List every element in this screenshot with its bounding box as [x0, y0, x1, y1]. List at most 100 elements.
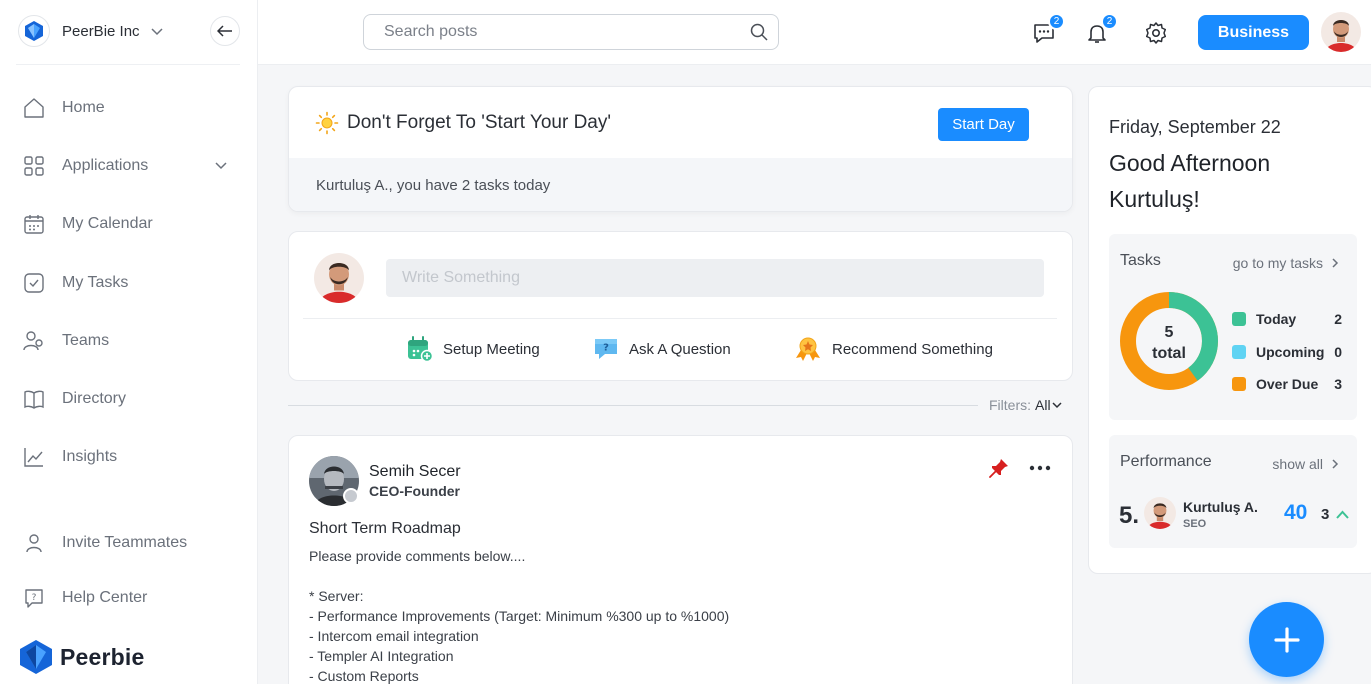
post-line: Please provide comments below....	[309, 548, 526, 564]
performance-dept: SEO	[1183, 518, 1207, 530]
post-line: - Performance Improvements (Target: Mini…	[309, 608, 730, 624]
legend-count: 3	[1334, 376, 1342, 392]
business-button[interactable]: Business	[1198, 15, 1309, 50]
legend-label: Upcoming	[1256, 344, 1325, 360]
post-author-role: CEO-Founder	[369, 483, 460, 499]
sidebar-item-my-calendar[interactable]: My Calendar	[22, 209, 238, 239]
legend-label: Over Due	[1256, 376, 1319, 392]
setup-meeting-label: Setup Meeting	[443, 340, 540, 358]
post-line: - Templer AI Integration	[309, 648, 454, 664]
chevron-down-icon	[151, 28, 163, 36]
performance-name: Kurtuluş A.	[1183, 499, 1258, 515]
plus-icon	[1273, 626, 1300, 653]
gear-icon	[1145, 22, 1167, 44]
org-name: PeerBie Inc	[62, 22, 140, 40]
filters-value: All	[1035, 397, 1051, 413]
performance-avatar	[1144, 497, 1176, 529]
notifications-badge: 2	[1101, 13, 1118, 30]
recommend-something-button[interactable]: Recommend Something	[794, 336, 993, 362]
sidebar-item-label: Teams	[62, 332, 110, 349]
sidebar-item-label: Insights	[62, 448, 118, 465]
user-avatar[interactable]	[1321, 12, 1361, 52]
go-to-tasks-link[interactable]: go to my tasks	[1233, 255, 1339, 271]
brand-name: Peerbie	[60, 643, 145, 670]
legend-count: 2	[1334, 311, 1342, 327]
search-input[interactable]	[384, 23, 724, 41]
post-line	[309, 566, 729, 586]
legend-label: Today	[1256, 311, 1297, 327]
post-author-name[interactable]: Semih Secer	[369, 463, 461, 481]
donut-total-label: total	[1152, 345, 1186, 362]
ask-question-label: Ask A Question	[629, 340, 731, 358]
post-composer: Setup Meeting ? Ask A Question Recommend…	[288, 231, 1073, 381]
presence-status-indicator	[343, 488, 359, 504]
notifications-button[interactable]: 2	[1084, 13, 1118, 46]
home-icon	[22, 96, 46, 120]
setup-meeting-button[interactable]: Setup Meeting	[407, 336, 540, 362]
settings-button[interactable]	[1143, 20, 1169, 46]
performance-change-value: 3	[1321, 506, 1330, 523]
sidebar-item-directory[interactable]: Directory	[22, 384, 238, 414]
brand-logo: Peerbie	[20, 640, 145, 674]
svg-text:?: ?	[32, 593, 37, 603]
org-switcher[interactable]: PeerBie Inc	[18, 14, 240, 48]
award-icon	[796, 337, 820, 361]
peerbie-logo-icon	[20, 640, 52, 674]
filters-dropdown[interactable]: Filters: All	[989, 397, 1063, 413]
sidebar-item-applications[interactable]: Applications	[22, 151, 238, 181]
org-logo-icon	[18, 15, 50, 47]
tasks-donut-chart: 5 total	[1120, 292, 1218, 390]
legend-overdue: Over Due 3	[1232, 376, 1342, 392]
ask-question-button[interactable]: ? Ask A Question	[593, 336, 731, 362]
show-all-link[interactable]: show all	[1272, 456, 1339, 472]
check-square-icon	[22, 271, 46, 295]
sidebar-item-help-center[interactable]: ? Help Center	[22, 583, 238, 613]
write-something-input[interactable]	[386, 259, 1044, 297]
start-day-message: Kurtuluş A., you have 2 tasks today	[289, 158, 1072, 211]
chevron-right-icon	[1332, 258, 1339, 268]
chevron-right-icon	[1332, 459, 1339, 469]
sidebar-item-invite-teammates[interactable]: Invite Teammates	[22, 528, 238, 558]
performance-widget: Performance show all 5. Kurtuluş A. SEO …	[1109, 435, 1357, 548]
legend-swatch	[1232, 312, 1246, 326]
topbar: 2 2 Business	[258, 0, 1371, 65]
recommend-something-label: Recommend Something	[832, 340, 993, 358]
collapse-sidebar-button[interactable]	[210, 16, 240, 46]
feed-divider	[288, 405, 978, 406]
post-line: * Server:	[309, 588, 364, 604]
chevron-up-icon	[1336, 510, 1350, 519]
start-day-button[interactable]: Start Day	[938, 108, 1029, 141]
arrow-left-icon	[217, 25, 232, 37]
sidebar-divider	[16, 64, 240, 65]
post-title: Short Term Roadmap	[309, 520, 461, 537]
sidebar-item-label: My Tasks	[62, 274, 129, 291]
sidebar-item-label: Applications	[62, 157, 149, 174]
right-panel: Friday, September 22 Good Afternoon Kurt…	[1088, 86, 1371, 574]
tasks-title: Tasks	[1120, 252, 1161, 269]
composer-divider	[303, 318, 1057, 319]
sidebar-item-label: Invite Teammates	[62, 534, 188, 551]
post-line: - Custom Reports	[309, 668, 419, 684]
legend-today: Today 2	[1232, 311, 1342, 327]
pin-icon[interactable]	[989, 458, 1009, 478]
create-button[interactable]	[1249, 602, 1324, 677]
more-options-icon[interactable]	[1029, 461, 1051, 475]
legend-upcoming: Upcoming 0	[1232, 344, 1342, 360]
search-icon[interactable]	[750, 23, 768, 41]
sun-icon	[315, 111, 339, 134]
calendar-add-icon	[408, 336, 433, 362]
messages-button[interactable]: 2	[1031, 13, 1065, 46]
search-box[interactable]	[363, 14, 779, 50]
sidebar-item-home[interactable]: Home	[22, 93, 238, 123]
tasks-widget: Tasks go to my tasks 5 total Today 2 Upc…	[1109, 234, 1357, 420]
sidebar-item-teams[interactable]: Teams	[22, 326, 238, 356]
chevron-down-icon	[1052, 402, 1062, 409]
sidebar-item-my-tasks[interactable]: My Tasks	[22, 268, 238, 298]
post-card: Semih Secer CEO-Founder Short Term Roadm…	[288, 435, 1073, 684]
sidebar-item-label: My Calendar	[62, 215, 153, 232]
question-bubble-icon: ?	[595, 339, 617, 359]
calendar-icon	[22, 212, 46, 236]
donut-total-number: 5	[1165, 324, 1174, 341]
start-day-card: Don't Forget To 'Start Your Day' Start D…	[288, 86, 1073, 212]
sidebar-item-insights[interactable]: Insights	[22, 442, 238, 472]
